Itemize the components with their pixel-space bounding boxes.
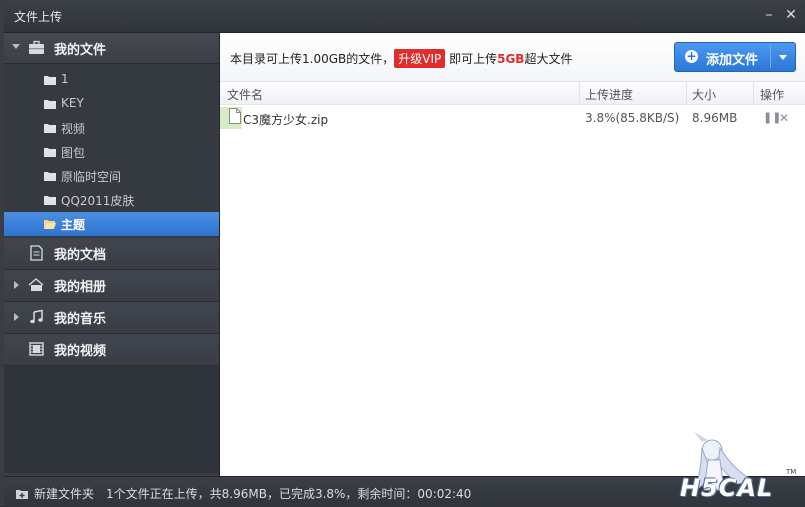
folder-icon	[44, 196, 56, 205]
file-size: 8.96MB	[692, 111, 738, 125]
sidebar-folder-key[interactable]: KEY	[4, 92, 219, 116]
folder-icon	[44, 172, 56, 181]
watermark-logo: H5CAL	[680, 474, 774, 502]
folder-label: 原临时空间	[61, 170, 122, 184]
upload-limit-notice: 本目录可上传1.00GB的文件， 升级VIP 即可上传5GB超大文件	[230, 49, 572, 68]
plus-circle-icon: +	[685, 49, 698, 63]
sidebar-folder-theme[interactable]: 主题	[4, 212, 219, 236]
album-icon	[28, 278, 44, 291]
column-divider[interactable]	[686, 82, 687, 104]
column-header-name[interactable]: 文件名	[227, 86, 263, 103]
sidebar-section-label: 我的音乐	[54, 312, 107, 327]
add-file-button[interactable]: + 添加文件	[674, 42, 796, 72]
folder-icon	[44, 148, 56, 157]
chevron-down-icon[interactable]	[12, 44, 20, 49]
column-header-size[interactable]: 大小	[692, 86, 716, 103]
main-panel: 本目录可上传1.00GB的文件， 升级VIP 即可上传5GB超大文件 + 添加文件…	[220, 33, 805, 476]
sidebar-folder-temp-space[interactable]: 原临时空间	[4, 164, 219, 188]
notice-bar: 本目录可上传1.00GB的文件， 升级VIP 即可上传5GB超大文件 + 添加文件	[220, 33, 805, 82]
sidebar-section-album[interactable]: 我的相册	[4, 270, 219, 302]
folder-label: 视频	[61, 122, 86, 136]
notice-suffix: 超大文件	[524, 52, 573, 66]
folder-label: QQ2011皮肤	[61, 194, 135, 208]
new-folder-button[interactable]: 新建文件夹	[16, 485, 94, 502]
folder-label: 1	[61, 72, 69, 86]
sidebar-folder-video[interactable]: 视频	[4, 116, 219, 140]
folder-label: 主题	[61, 218, 86, 232]
add-file-label: 添加文件	[706, 53, 759, 68]
upload-window: 文件上传 – ✕ 我的文件 1 KEY 视频 图包 原临时空间 QQ2011皮肤…	[0, 0, 805, 507]
file-name: C3魔方少女.zip	[243, 113, 329, 127]
close-icon[interactable]: ✕	[782, 6, 800, 24]
notice-highlight: 5GB	[497, 52, 525, 66]
column-header-progress[interactable]: 上传进度	[585, 86, 633, 103]
folder-label: 图包	[61, 146, 86, 160]
sidebar-section-documents[interactable]: 我的文档	[4, 238, 219, 270]
music-icon	[30, 309, 43, 324]
sidebar-section-label: 我的文件	[54, 43, 107, 58]
notice-middle: 即可上传	[445, 52, 498, 66]
sidebar-folder-pack[interactable]: 图包	[4, 140, 219, 164]
document-icon	[30, 245, 43, 261]
dropdown-caret-icon[interactable]	[779, 55, 787, 60]
watermark-tm: TM	[786, 468, 797, 476]
column-header-actions: 操作	[760, 88, 785, 102]
table-header: 文件名 上传进度 大小 操作	[220, 82, 805, 105]
sidebar-section-music[interactable]: 我的音乐	[4, 302, 219, 334]
sidebar-section-label: 我的文档	[54, 248, 107, 263]
title-bar: 文件上传 – ✕	[4, 0, 805, 33]
folder-label: KEY	[61, 96, 84, 110]
minimize-icon[interactable]: –	[760, 6, 778, 24]
folder-icon	[44, 100, 56, 109]
new-folder-icon	[16, 490, 28, 499]
folder-list: 1 KEY 视频 图包 原临时空间 QQ2011皮肤 主题	[4, 64, 219, 238]
button-divider	[770, 46, 771, 68]
briefcase-icon	[29, 40, 44, 54]
chevron-right-icon[interactable]	[14, 281, 19, 289]
sidebar-section-label: 我的相册	[54, 280, 107, 295]
column-divider[interactable]	[753, 82, 754, 104]
new-folder-label: 新建文件夹	[34, 487, 95, 501]
window-title: 文件上传	[14, 10, 63, 24]
sidebar-section-label: 我的视频	[54, 344, 107, 359]
video-icon	[29, 342, 44, 356]
table-row[interactable]: C3魔方少女.zip 3.8%(85.8KB/S) 8.96MB ❚❚ ✕	[220, 105, 805, 131]
cancel-upload-icon[interactable]: ✕	[779, 111, 789, 125]
upload-status-text: 1个文件正在上传，共8.96MB，已完成3.8%，剩余时间：00:02:40	[106, 487, 472, 501]
file-progress: 3.8%(85.8KB/S)	[585, 111, 680, 125]
open-folder-icon	[44, 220, 56, 229]
chevron-right-icon[interactable]	[14, 313, 19, 321]
column-divider[interactable]	[579, 82, 580, 104]
folder-icon	[44, 76, 56, 85]
sidebar: 我的文件 1 KEY 视频 图包 原临时空间 QQ2011皮肤 主题 我的文档 …	[4, 33, 220, 476]
sidebar-empty-area	[4, 366, 219, 473]
sidebar-section-video[interactable]: 我的视频	[4, 334, 219, 366]
notice-prefix: 本目录可上传1.00GB的文件，	[230, 52, 395, 66]
file-icon	[229, 108, 241, 124]
sidebar-folder-1[interactable]: 1	[4, 68, 219, 92]
sidebar-folder-qq-skin[interactable]: QQ2011皮肤	[4, 188, 219, 212]
upgrade-vip-link[interactable]: 升级VIP	[394, 49, 446, 68]
sidebar-section-my-files[interactable]: 我的文件	[4, 33, 219, 64]
folder-icon	[44, 124, 56, 133]
